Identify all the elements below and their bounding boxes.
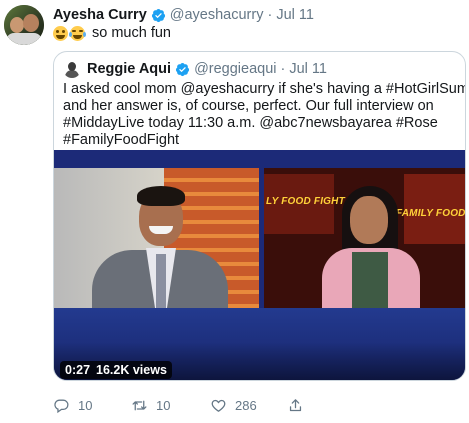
quoted-author-name: Reggie Aqui [87,61,172,77]
avatar-face [10,17,24,33]
quoted-tweet-text: I asked cool mom @ayeshacurry if she's h… [63,81,466,149]
tweet-text: so much fun [53,25,171,41]
tear-drop [83,31,86,37]
zany-face-emoji-icon [53,25,68,41]
quoted-text-line: and her answer is, of course, perfect. O… [63,98,434,114]
like-button[interactable]: 286 [210,395,257,415]
avatar-face [23,14,39,32]
author-avatar[interactable] [4,5,44,45]
video-player[interactable]: LY FOOD FIGHT FAMILY FOOD FIG 0:27 16.2K … [54,150,466,380]
video-duration: 0:27 [65,363,91,377]
quoted-text-line: I asked cool mom @ayeshacurry if she's h… [63,81,466,97]
video-right-panel: LY FOOD FIGHT FAMILY FOOD FIG [264,168,466,308]
tweet-date[interactable]: Jul 11 [276,7,314,23]
share-button[interactable] [287,395,312,415]
share-icon [289,398,302,411]
show-logo-text: LY FOOD FIGHT [266,196,345,207]
avatar-head [68,62,76,71]
host-hair [137,186,185,206]
tweet-header: Ayesha Curry @ayeshacurry · Jul 11 [53,6,314,24]
author-name[interactable]: Ayesha Curry [53,7,147,23]
reply-button[interactable]: 10 [53,395,92,415]
quoted-text-line: #FamilyFoodFight [63,132,180,148]
avatar-shirt [6,33,42,45]
quoted-tweet-date: Jul 11 [289,61,327,77]
like-count: 286 [235,397,257,413]
quoted-author-handle: @reggieaqui [194,61,277,77]
verified-badge-icon [175,62,190,76]
avatar-shoulders [65,70,79,78]
quoted-tweet-header: Reggie Aqui @reggieaqui · Jul 11 [63,60,327,78]
reply-count: 10 [78,397,93,413]
quoted-tweet[interactable]: Reggie Aqui @reggieaqui · Jul 11 I asked… [53,51,466,381]
host-tie [156,254,166,308]
tweet-message: so much fun [92,25,171,41]
tweet-actions: 10 10 286 [53,395,353,415]
separator-dot: · [280,61,286,77]
show-logo-text: FAMILY FOOD FIG [396,208,466,219]
guest-top [352,252,388,308]
video-info-badge: 0:27 16.2K views [60,361,172,379]
quoted-text-line: #MiddayLive today 11:30 a.m. @abc7newsba… [63,115,438,131]
tear-drop [69,31,72,37]
reply-icon [54,399,69,413]
heart-icon [211,399,226,412]
video-views: 16.2K views [96,363,167,377]
guest-face [350,196,388,244]
tweet[interactable]: Ayesha Curry @ayeshacurry · Jul 11 so mu… [0,0,469,423]
retweet-button[interactable]: 10 [131,395,170,415]
separator-dot: · [267,7,273,23]
retweet-count: 10 [156,397,171,413]
quoted-author-avatar [63,60,81,78]
tears-of-joy-emoji-icon [69,25,86,41]
verified-badge-icon [151,8,165,22]
author-handle[interactable]: @ayeshacurry [170,7,264,23]
video-left-panel [54,168,259,308]
retweet-icon [132,400,147,410]
